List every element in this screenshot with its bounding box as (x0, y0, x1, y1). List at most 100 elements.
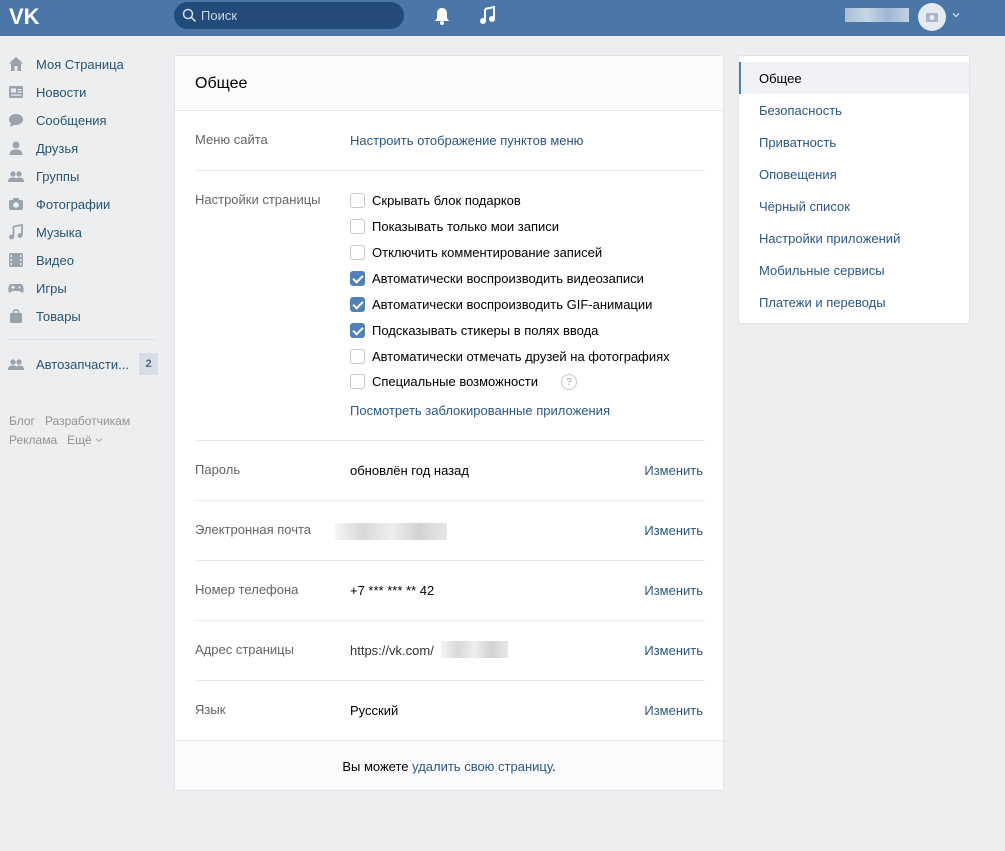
sidebar-item-messages[interactable]: Сообщения (0, 106, 160, 134)
sidebar-item-label: Моя Страница (36, 57, 124, 72)
option-label: Отключить комментирование записей (372, 244, 603, 260)
developers-link[interactable]: Разработчикам (45, 414, 130, 428)
page-settings-label: Настройки страницы (195, 192, 321, 207)
sidebar-item-label: Видео (36, 253, 74, 268)
sidebar-item-groups[interactable]: Группы (0, 162, 160, 190)
sidebar-divider (8, 339, 156, 340)
delete-page-link[interactable]: удалить свою страницу (412, 759, 552, 774)
checkbox[interactable] (350, 244, 365, 260)
sidebar-item-news[interactable]: Новости (0, 78, 160, 106)
vk-logo-icon[interactable]: VK (9, 4, 43, 28)
option-accessibility[interactable]: Специальные возможности (350, 372, 538, 390)
search-box[interactable] (174, 2, 404, 29)
option-label: Автоматически воспроизводить GIF-анимаци… (372, 296, 653, 312)
change-phone-button[interactable]: Изменить (644, 583, 703, 598)
news-icon (9, 86, 23, 98)
more-label: Ещё (67, 433, 92, 447)
sidebar-item-label: Группы (36, 169, 80, 184)
tab-label: Настройки приложений (759, 231, 901, 246)
sidebar-item-label: Фотографии (36, 197, 111, 212)
sidebar-item-label: Товары (36, 309, 81, 324)
divider (195, 560, 705, 561)
bell-icon[interactable] (433, 6, 451, 26)
checkbox[interactable] (350, 218, 365, 234)
email-label: Электронная почта (195, 522, 312, 537)
music-icon (9, 224, 23, 240)
gamepad-icon (8, 284, 24, 293)
panel-header: Общее (175, 56, 723, 111)
sidebar-item-group-autoparts[interactable]: Автозапчасти... 2 (0, 350, 160, 378)
sidebar-item-market[interactable]: Товары (0, 302, 160, 330)
phone-value: +7 *** *** ** 42 (350, 583, 435, 598)
search-input[interactable] (201, 4, 396, 27)
checkbox[interactable] (350, 348, 365, 364)
camera-icon (9, 198, 23, 210)
checkbox-checked[interactable] (350, 296, 365, 312)
more-link[interactable]: Ещё (67, 433, 103, 447)
user-name-blurred[interactable] (845, 8, 909, 22)
change-language-button[interactable]: Изменить (644, 703, 703, 718)
sidebar-item-my-page[interactable]: Моя Страница (0, 50, 160, 78)
tab-label: Приватность (759, 135, 837, 150)
option-hide-gifts[interactable]: Скрывать блок подарков (350, 191, 521, 209)
option-suggest-stickers[interactable]: Подсказывать стикеры в полях ввода (350, 321, 598, 339)
panel-footer: Вы можете удалить свою страницу. (175, 740, 723, 790)
change-address-button[interactable]: Изменить (644, 643, 703, 658)
video-icon (9, 253, 23, 267)
tab-general[interactable]: Общее (739, 62, 969, 94)
change-password-button[interactable]: Изменить (644, 463, 703, 478)
camera-icon (926, 13, 938, 22)
sidebar-footer-links: Блог Разработчикам Реклама Ещё (9, 412, 169, 450)
tab-label: Платежи и переводы (759, 295, 886, 310)
groups-icon (8, 359, 24, 370)
checkbox-checked[interactable] (350, 322, 365, 338)
option-autoplay-video[interactable]: Автоматически воспроизводить видеозаписи (350, 269, 644, 287)
tab-label: Оповещения (759, 167, 837, 182)
sidebar-item-friends[interactable]: Друзья (0, 134, 160, 162)
sidebar-item-games[interactable]: Игры (0, 274, 160, 302)
sidebar-item-music[interactable]: Музыка (0, 218, 160, 246)
option-disable-comments[interactable]: Отключить комментирование записей (350, 243, 602, 261)
option-only-my-posts[interactable]: Показывать только мои записи (350, 217, 559, 235)
password-value: обновлён год назад (350, 463, 469, 478)
blocked-apps-link[interactable]: Посмотреть заблокированные приложения (350, 403, 610, 418)
tab-blacklist[interactable]: Чёрный список (739, 190, 969, 222)
tab-mobile-services[interactable]: Мобильные сервисы (739, 254, 969, 286)
checkbox-checked[interactable] (350, 270, 365, 286)
phone-label: Номер телефона (195, 582, 299, 597)
help-icon[interactable]: ? (561, 374, 577, 390)
delete-page-prefix: Вы можете (342, 759, 413, 774)
tab-app-settings[interactable]: Настройки приложений (739, 222, 969, 254)
menu-label: Меню сайта (195, 132, 268, 147)
ads-link[interactable]: Реклама (9, 433, 57, 447)
home-icon (9, 57, 23, 71)
music-note-icon[interactable] (479, 6, 497, 26)
sidebar-item-photos[interactable]: Фотографии (0, 190, 160, 218)
settings-nav: Общее Безопасность Приватность Оповещени… (738, 55, 970, 324)
tab-payments[interactable]: Платежи и переводы (739, 286, 969, 318)
avatar[interactable] (918, 3, 946, 31)
change-email-button[interactable]: Изменить (644, 523, 703, 538)
tab-security[interactable]: Безопасность (739, 94, 969, 126)
delete-page-note: Вы можете удалить свою страницу. (175, 759, 723, 774)
sidebar-item-video[interactable]: Видео (0, 246, 160, 274)
tab-label: Общее (759, 71, 802, 86)
tab-privacy[interactable]: Приватность (739, 126, 969, 158)
tab-notifications[interactable]: Оповещения (739, 158, 969, 190)
checkbox[interactable] (350, 373, 365, 389)
option-auto-tag-friends[interactable]: Автоматически отмечать друзей на фотогра… (350, 347, 670, 365)
configure-menu-link[interactable]: Настроить отображение пунктов меню (350, 133, 583, 148)
chevron-down-icon[interactable] (951, 10, 961, 20)
sidebar-item-label: Игры (36, 281, 67, 296)
messages-icon (9, 114, 23, 127)
address-value: https://vk.com/ (350, 643, 434, 658)
blog-link[interactable]: Блог (9, 414, 35, 428)
tab-label: Мобильные сервисы (759, 263, 885, 278)
svg-text:VK: VK (9, 4, 40, 28)
divider (195, 170, 705, 171)
checkbox[interactable] (350, 192, 365, 208)
divider (195, 440, 705, 441)
user-icon (9, 141, 23, 155)
option-autoplay-gif[interactable]: Автоматически воспроизводить GIF-анимаци… (350, 295, 652, 313)
divider (195, 620, 705, 621)
